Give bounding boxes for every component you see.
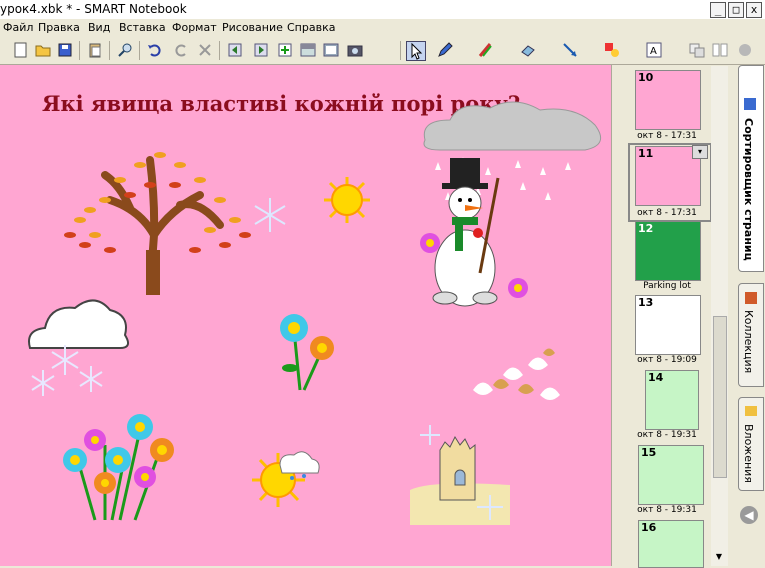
thumb-label: окт 8 - 19:31 — [637, 430, 697, 440]
page-number: 11 — [638, 147, 654, 160]
page-number: 10 — [638, 71, 654, 84]
page-thumb[interactable]: 16 — [638, 520, 704, 568]
menu-insert[interactable]: Вставка — [119, 19, 166, 37]
window-title: урок4.xbk * - SMART Notebook — [0, 2, 187, 16]
close-button[interactable]: x — [746, 2, 762, 18]
tab-label: Коллекция — [742, 310, 755, 374]
minimize-button[interactable]: _ — [710, 2, 726, 18]
creative-pen-icon[interactable] — [477, 41, 495, 59]
autumn-tree-icon[interactable] — [50, 140, 255, 295]
tab-attachments[interactable]: Вложения — [738, 397, 764, 491]
page-thumb[interactable]: 14 — [645, 370, 699, 430]
tab-label: Вложения — [742, 424, 755, 483]
tab-gallery[interactable]: Коллекция — [738, 283, 764, 387]
thumb-label: окт 8 - 19:31 — [637, 505, 697, 515]
page-number: 13 — [638, 296, 654, 309]
menu-format[interactable]: Формат — [172, 19, 217, 37]
menu-bar: Файл Правка Вид Вставка Формат Рисование… — [0, 19, 765, 37]
select-pointer-icon[interactable] — [406, 41, 426, 61]
page-number: 15 — [641, 446, 657, 459]
autumn-leaves-icon[interactable] — [468, 345, 563, 410]
open-folder-icon[interactable] — [34, 41, 52, 59]
attachments-folder-icon — [745, 406, 757, 416]
snowflake-icon[interactable] — [250, 195, 290, 235]
magnifier-icon[interactable] — [116, 41, 134, 59]
page-thumb[interactable]: 13 — [635, 295, 701, 355]
page-thumb[interactable]: 15 — [638, 445, 704, 505]
thumb-label: окт 8 - 19:09 — [637, 355, 697, 365]
menu-edit[interactable]: Правка — [38, 19, 80, 37]
whiteboard-canvas[interactable]: Які явища властиві кожній порі року? — [0, 65, 611, 566]
pen-tool-icon[interactable] — [436, 41, 454, 59]
page-number: 16 — [641, 521, 657, 534]
menu-draw[interactable]: Рисование — [222, 19, 283, 37]
tab-page-sorter[interactable]: Сортировщик страниц — [738, 65, 764, 272]
tab-label: Сортировщик страниц — [742, 118, 755, 261]
gallery-icon — [745, 292, 757, 304]
back-arrow-icon[interactable]: ◀ — [740, 506, 758, 524]
side-tabs: Сортировщик страниц Коллекция Вложения ◀ — [735, 65, 765, 566]
thumb-label: окт 8 - 17:31 — [637, 208, 697, 218]
page-sorter-icon — [744, 98, 756, 110]
thumb-label: окт 8 - 17:31 — [637, 131, 697, 141]
next-page-icon[interactable] — [252, 41, 270, 59]
delete-icon[interactable] — [196, 41, 214, 59]
properties-icon[interactable] — [688, 41, 706, 59]
toolbar: A — [0, 37, 765, 65]
previous-page-icon[interactable] — [226, 41, 244, 59]
menu-view[interactable]: Вид — [88, 19, 110, 37]
paste-icon[interactable] — [86, 41, 104, 59]
line-tool-icon[interactable] — [561, 41, 579, 59]
redo-icon[interactable] — [172, 41, 190, 59]
screen-shade-icon[interactable] — [299, 41, 317, 59]
camera-icon[interactable] — [346, 41, 364, 59]
snow-cloud-icon[interactable] — [25, 290, 135, 405]
menu-help[interactable]: Справка — [287, 19, 335, 37]
title-bar: урок4.xbk * - SMART Notebook _ □ x — [0, 0, 765, 19]
ball-icon[interactable] — [736, 41, 754, 59]
scrollbar-thumb[interactable] — [713, 316, 727, 478]
page-thumb[interactable]: 12 — [635, 221, 701, 281]
svg-text:A: A — [650, 46, 657, 57]
shapes-tool-icon[interactable] — [603, 41, 621, 59]
sun-icon[interactable] — [322, 175, 372, 225]
page-number: 14 — [648, 371, 664, 384]
add-page-icon[interactable] — [276, 41, 294, 59]
scroll-down-arrow-icon[interactable]: ▼ — [713, 552, 725, 564]
save-icon[interactable] — [56, 41, 74, 59]
page-number: 12 — [638, 222, 654, 235]
full-screen-icon[interactable] — [322, 41, 340, 59]
dual-page-icon[interactable] — [711, 41, 729, 59]
snowman-icon[interactable] — [410, 153, 540, 313]
menu-file[interactable]: Файл — [3, 19, 33, 37]
panel-scrollbar[interactable]: ▼ — [711, 66, 728, 566]
eraser-icon[interactable] — [519, 41, 537, 59]
flower-bouquet-icon[interactable] — [50, 405, 190, 525]
sun-cloud-icon[interactable] — [250, 445, 325, 515]
spring-flowers-icon[interactable] — [272, 310, 347, 395]
maximize-button[interactable]: □ — [728, 2, 744, 18]
sand-castle-icon[interactable] — [405, 420, 515, 525]
thumb-menu-arrow-icon[interactable]: ▾ — [692, 145, 708, 159]
page-thumb[interactable]: 10 — [635, 70, 701, 130]
text-tool-icon[interactable]: A — [645, 41, 663, 59]
thumb-label: Parking lot — [643, 281, 691, 291]
undo-icon[interactable] — [146, 41, 164, 59]
new-page-icon[interactable] — [12, 41, 30, 59]
